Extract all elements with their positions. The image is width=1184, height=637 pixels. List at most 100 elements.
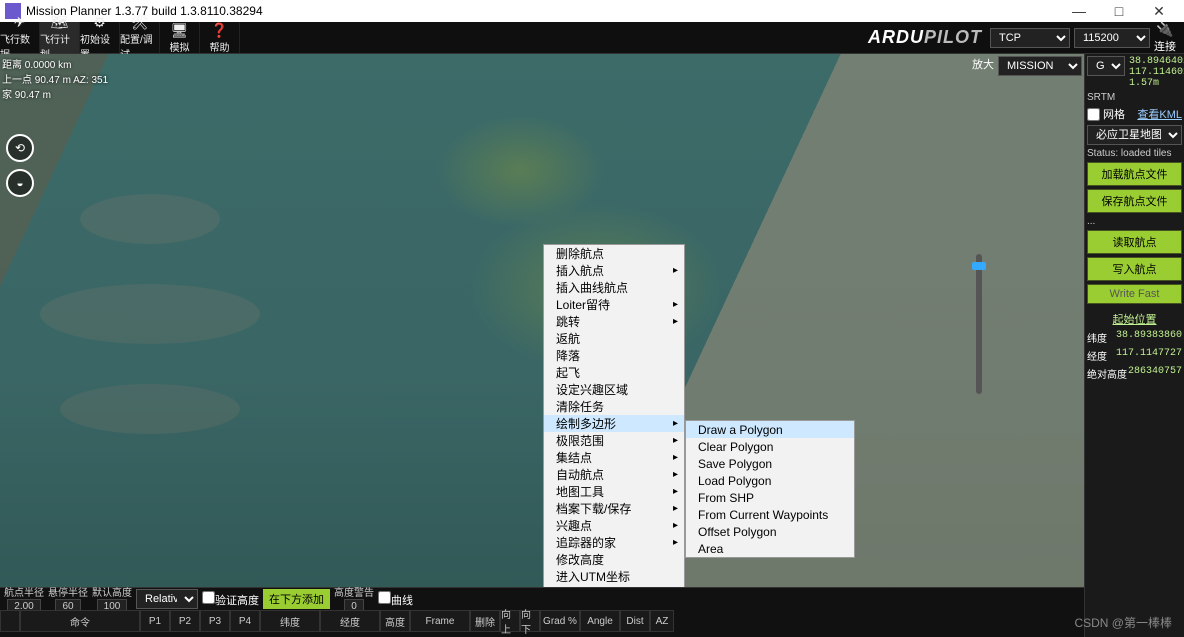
plug-icon: 🔌 xyxy=(1156,21,1173,38)
read-wp-button[interactable]: 读取航点 xyxy=(1087,230,1182,254)
ctx-sub-item[interactable]: Draw a Polygon xyxy=(686,421,854,438)
baud-select[interactable]: 115200 xyxy=(1074,28,1150,48)
rotate-control[interactable]: ⟲ xyxy=(6,134,34,162)
close-button[interactable]: ✕ xyxy=(1139,3,1179,20)
wp-col-header[interactable]: P3 xyxy=(200,610,230,632)
ctx-item[interactable]: 起飞 xyxy=(544,364,684,381)
wp-col-header[interactable]: Angle xyxy=(580,610,620,632)
wp-col-header[interactable]: AZ xyxy=(650,610,674,632)
alt-mode-select[interactable]: Relative xyxy=(136,589,198,609)
monitor-icon: 🖥 xyxy=(171,22,189,39)
ctx-item[interactable]: 清除任务 xyxy=(544,398,684,415)
connect-button[interactable]: 🔌连接 xyxy=(1150,21,1180,54)
cursor-lat: 38.8946402 xyxy=(1127,56,1184,67)
ctx-item[interactable]: Loiter留待 xyxy=(544,296,684,313)
save-wpfile-button[interactable]: 保存航点文件 xyxy=(1087,189,1182,213)
cursor-lon: 117.1146011 xyxy=(1127,67,1184,78)
tab-config[interactable]: 🛠配置/调试 xyxy=(120,22,160,53)
wp-col-header[interactable]: 命令 xyxy=(20,610,140,632)
wp-col-header[interactable]: Grad % xyxy=(540,610,580,632)
home-alt: 286340757 xyxy=(1128,366,1182,381)
mission-type-select[interactable]: MISSION xyxy=(998,56,1082,76)
context-menu-polygon: Draw a PolygonClear PolygonSave PolygonL… xyxy=(685,420,855,558)
ctx-item[interactable]: 修改高度 xyxy=(544,551,684,568)
ctx-sub-item[interactable]: Save Polygon xyxy=(686,455,854,472)
telemetry-overlay: 距离 0.0000 km上一点 90.47 m AZ: 351家 90.47 m xyxy=(2,56,108,101)
verify-height-checkbox[interactable] xyxy=(202,591,215,604)
help-icon: ❓ xyxy=(211,22,228,39)
cursor-alt: 1.57m xyxy=(1127,78,1184,89)
satellite-imagery xyxy=(0,54,1084,637)
wp-col-header[interactable]: 纬度 xyxy=(260,610,320,632)
minimize-button[interactable]: — xyxy=(1059,3,1099,19)
wp-col-header[interactable]: 删除 xyxy=(470,610,500,632)
tab-flight-plan[interactable]: 🗺飞行计划 xyxy=(40,22,80,53)
grid-checkbox[interactable] xyxy=(1087,108,1100,121)
wp-col-header[interactable] xyxy=(0,610,20,632)
tab-help[interactable]: ❓帮助 xyxy=(200,22,240,53)
ctx-item[interactable]: 集结点 xyxy=(544,449,684,466)
protocol-select[interactable]: TCP xyxy=(990,28,1070,48)
ctx-item[interactable]: 删除航点 xyxy=(544,245,684,262)
home-header: 起始位置 xyxy=(1087,311,1182,327)
view-kml-link[interactable]: 查看KML xyxy=(1137,106,1182,122)
ctx-sub-item[interactable]: Offset Polygon xyxy=(686,523,854,540)
ctx-item[interactable]: 设定兴趣区域 xyxy=(544,381,684,398)
context-menu-main: 删除航点插入航点插入曲线航点Loiter留待跳转返航降落起飞设定兴趣区域清除任务… xyxy=(543,244,685,637)
orbit-control[interactable]: ◒ xyxy=(6,169,34,197)
maximize-button[interactable]: □ xyxy=(1099,3,1139,19)
wp-col-header[interactable]: P4 xyxy=(230,610,260,632)
zoom-slider[interactable] xyxy=(976,254,982,394)
srtm-label: SRTM xyxy=(1087,92,1182,103)
wp-col-header[interactable]: 向上 xyxy=(500,610,520,632)
wp-col-header[interactable]: P2 xyxy=(170,610,200,632)
write-wp-button[interactable]: 写入航点 xyxy=(1087,257,1182,281)
slider-thumb[interactable] xyxy=(972,262,986,270)
spline-checkbox[interactable] xyxy=(378,591,391,604)
wp-col-header[interactable]: 经度 xyxy=(320,610,380,632)
home-lon: 117.1147727 xyxy=(1116,348,1182,363)
home-lat: 38.89383860 xyxy=(1116,330,1182,345)
ctx-item[interactable]: 兴趣点 xyxy=(544,517,684,534)
right-panel: GEO 38.8946402 117.1146011 1.57m SRTM 网格… xyxy=(1084,54,1184,637)
ctx-item[interactable]: 进入UTM坐标 xyxy=(544,568,684,585)
ctx-sub-item[interactable]: From Current Waypoints xyxy=(686,506,854,523)
tab-initial-setup[interactable]: ⚙初始设置 xyxy=(80,22,120,53)
tune-icon: 🛠 xyxy=(131,14,149,31)
map-icon: 🗺 xyxy=(51,14,69,31)
ctx-item[interactable]: 追踪器的家 xyxy=(544,534,684,551)
ardupilot-logo: ARDUPILOT xyxy=(868,27,982,48)
wp-col-header[interactable]: Frame xyxy=(410,610,470,632)
plane-icon: ✈ xyxy=(14,14,26,31)
gear-icon: ⚙ xyxy=(93,14,106,31)
wp-col-header[interactable]: 高度 xyxy=(380,610,410,632)
ctx-item[interactable]: 跳转 xyxy=(544,313,684,330)
wp-col-header[interactable]: 向下 xyxy=(520,610,540,632)
ctx-item[interactable]: 插入航点 xyxy=(544,262,684,279)
map-source-select[interactable]: 必应卫星地图 xyxy=(1087,125,1182,145)
ctx-sub-item[interactable]: Clear Polygon xyxy=(686,438,854,455)
ctx-sub-item[interactable]: From SHP xyxy=(686,489,854,506)
coord-format-select[interactable]: GEO xyxy=(1087,56,1125,76)
add-below-button[interactable]: 在下方添加 xyxy=(263,589,330,609)
ctx-sub-item[interactable]: Load Polygon xyxy=(686,472,854,489)
titlebar: Mission Planner 1.3.77 build 1.3.8110.38… xyxy=(0,0,1184,22)
ctx-item[interactable]: 地图工具 xyxy=(544,483,684,500)
ctx-item[interactable]: 档案下载/保存 xyxy=(544,500,684,517)
write-fast-button[interactable]: Write Fast xyxy=(1087,284,1182,304)
wp-col-header[interactable]: Dist xyxy=(620,610,650,632)
ctx-item[interactable]: 自动航点 xyxy=(544,466,684,483)
ctx-item[interactable]: 插入曲线航点 xyxy=(544,279,684,296)
ctx-item[interactable]: 返航 xyxy=(544,330,684,347)
watermark: CSDN @第一棒棒 xyxy=(1074,614,1172,631)
tab-simulation[interactable]: 🖥模拟 xyxy=(160,22,200,53)
wp-col-header[interactable]: P1 xyxy=(140,610,170,632)
tab-flight-data[interactable]: ✈飞行数据 xyxy=(0,22,40,53)
ctx-item[interactable]: 降落 xyxy=(544,347,684,364)
tile-status: Status: loaded tiles xyxy=(1087,148,1182,159)
load-wpfile-button[interactable]: 加载航点文件 xyxy=(1087,162,1182,186)
map-canvas[interactable]: 距离 0.0000 km上一点 90.47 m AZ: 351家 90.47 m… xyxy=(0,54,1084,637)
ctx-item[interactable]: 极限范围 xyxy=(544,432,684,449)
ctx-sub-item[interactable]: Area xyxy=(686,540,854,557)
ctx-item[interactable]: 绘制多边形 xyxy=(544,415,684,432)
